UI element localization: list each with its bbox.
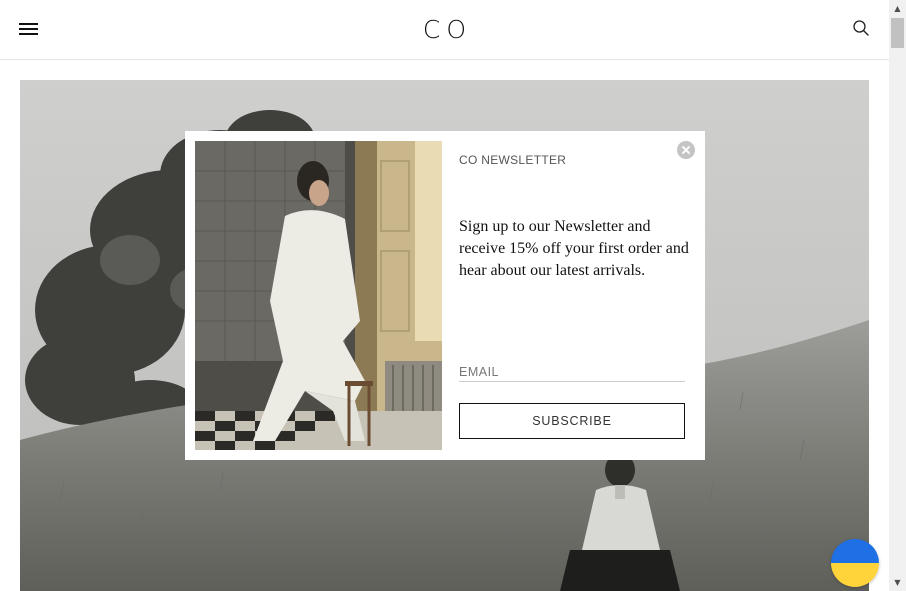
newsletter-modal: CO NEWSLETTER Sign up to our Newsletter … [185, 131, 705, 460]
newsletter-photo [195, 141, 442, 450]
scroll-down-arrow-icon[interactable]: ▼ [889, 574, 906, 591]
scroll-thumb[interactable] [891, 18, 904, 48]
scroll-up-arrow-icon[interactable]: ▲ [889, 0, 906, 17]
site-header: CO [0, 0, 889, 60]
flag-blue-half [831, 539, 879, 563]
newsletter-description: Sign up to our Newsletter and receive 15… [459, 218, 689, 279]
flag-yellow-half [831, 563, 879, 587]
vertical-scrollbar[interactable]: ▲ ▼ [889, 0, 906, 591]
newsletter-eyebrow: CO NEWSLETTER [459, 153, 567, 167]
subscribe-button[interactable]: SUBSCRIBE [459, 403, 685, 439]
close-icon[interactable] [677, 141, 695, 159]
brand-logo[interactable]: CO [0, 14, 889, 46]
page: CO CO NEWSLETTER Sign up to our Newslett… [0, 0, 889, 591]
ukraine-flag-icon[interactable] [831, 539, 879, 587]
search-icon[interactable] [852, 19, 870, 37]
email-field[interactable] [459, 362, 685, 382]
